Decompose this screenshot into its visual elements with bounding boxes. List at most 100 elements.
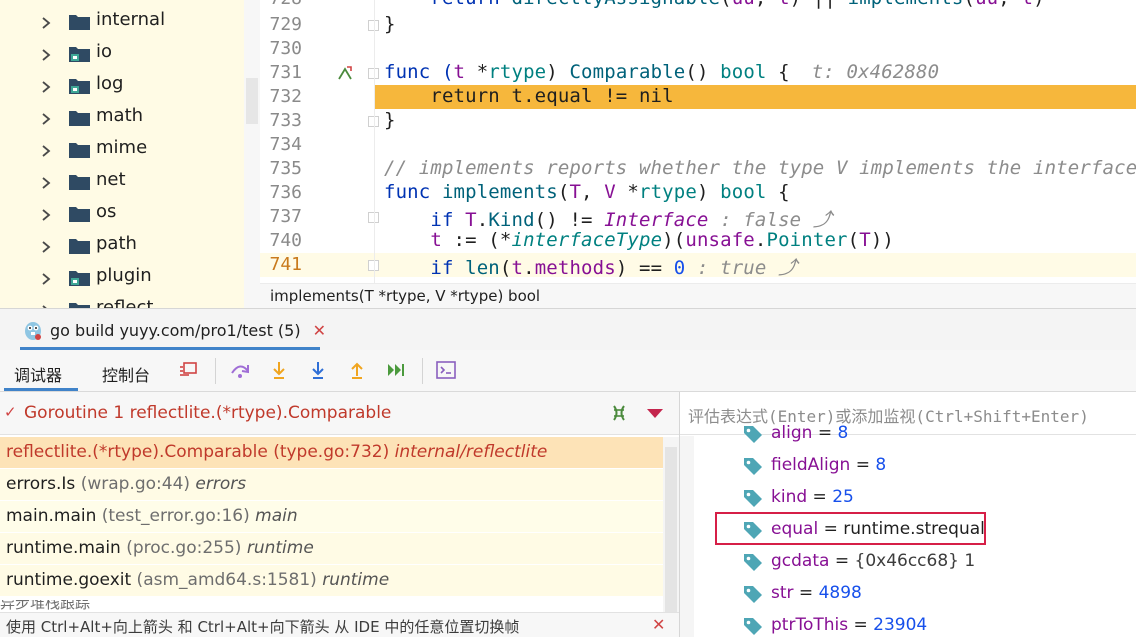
chevron-right-icon[interactable]: [41, 270, 51, 285]
frame-label: errors.Is (wrap.go:44) errors: [6, 474, 247, 494]
close-hint-icon[interactable]: ✕: [652, 615, 665, 634]
code-text: if T.Kind() != Interface : false ⤴: [384, 209, 832, 231]
toolbar-separator: [422, 358, 423, 384]
code-token: directlyAssignable: [511, 0, 720, 9]
code-line: 734: [260, 133, 1136, 157]
code-text: func implements(T, V *rtype) bool {: [384, 181, 790, 203]
folder-icon: [68, 205, 91, 223]
editor-breadcrumb[interactable]: implements(T *rtype, V *rtype) bool: [260, 283, 1136, 308]
variables-scrollbar[interactable]: [680, 436, 694, 637]
line-number: 734: [269, 134, 302, 155]
variable-str[interactable]: str = 4898: [742, 578, 1136, 610]
chevron-right-icon[interactable]: [41, 14, 51, 29]
chevron-right-icon[interactable]: [41, 142, 51, 157]
tree-item-reflect[interactable]: reflect: [0, 292, 244, 308]
chevron-right-icon[interactable]: [41, 78, 51, 93]
code-line-execution-point: 732 return t.equal != nil: [260, 85, 1136, 109]
tree-item-plugin[interactable]: plugin: [0, 260, 244, 292]
code-line: 731 func (t *rtype) Comparable() bool {t…: [260, 61, 1136, 85]
variable-kind[interactable]: kind = 25: [742, 482, 1136, 514]
hint-text: 使用 Ctrl+Alt+向上箭头 和 Ctrl+Alt+向下箭头 从 IDE 中…: [6, 618, 520, 636]
folder-icon: [68, 141, 91, 159]
variable-fieldAlign[interactable]: fieldAlign = 8: [742, 450, 1136, 482]
layout-settings-icon[interactable]: [178, 359, 200, 381]
jump-arrow-icon: ⤴: [766, 257, 798, 279]
step-into-icon[interactable]: [268, 359, 290, 381]
variable-align[interactable]: align = 8: [742, 418, 1136, 450]
field-tag-icon: [742, 424, 764, 444]
debug-tool-window-header: go build yuyy.com/pro1/test (5) ✕: [0, 308, 1136, 350]
tree-item-label: reflect: [96, 297, 154, 308]
code-editor[interactable]: 728 return directlyAssignable(uu, t) || …: [260, 0, 1136, 283]
frame-row[interactable]: reflectlite.(*rtype).Comparable (type.go…: [0, 437, 663, 469]
code-line: 730: [260, 37, 1136, 61]
frame-row[interactable]: main.main (test_error.go:16) main: [0, 501, 663, 533]
chevron-right-icon[interactable]: [41, 238, 51, 253]
tab-debugger[interactable]: 调试器: [14, 362, 62, 386]
frame-row[interactable]: runtime.main (proc.go:255) runtime: [0, 533, 663, 565]
tree-item-label: mime: [96, 137, 148, 158]
run-config-tab[interactable]: go build yuyy.com/pro1/test (5) ✕: [22, 309, 326, 351]
variable-gcdata[interactable]: gcdata = {0x46cc68} 1: [742, 546, 1136, 578]
step-over-icon[interactable]: [229, 359, 251, 381]
jump-arrow-icon: ⤴: [801, 209, 832, 231]
dropdown-arrow-icon[interactable]: [647, 409, 663, 418]
package-folder-icon: [68, 269, 91, 287]
tree-item-net[interactable]: net: [0, 164, 244, 196]
close-tab-icon[interactable]: ✕: [313, 321, 326, 340]
field-tag-icon: [742, 456, 764, 476]
inline-value-hint: : false: [708, 209, 802, 231]
tree-item-log[interactable]: log: [0, 68, 244, 100]
variable-text: align = 8: [771, 423, 849, 443]
tree-item-label: plugin: [96, 265, 152, 286]
line-number: 741: [269, 254, 302, 275]
frame-row[interactable]: errors.Is (wrap.go:44) errors: [0, 469, 663, 501]
variable-text: ptrToThis = 23904: [771, 615, 928, 635]
line-number: 740: [269, 230, 302, 251]
run-to-cursor-icon[interactable]: [385, 359, 407, 381]
tree-item-os[interactable]: os: [0, 196, 244, 228]
chevron-right-icon[interactable]: [41, 110, 51, 125]
line-number: 729: [269, 14, 302, 35]
code-text: return t.equal != nil: [384, 85, 674, 107]
tree-item-io[interactable]: io: [0, 36, 244, 68]
evaluate-expression-icon[interactable]: [435, 359, 457, 381]
variable-text: fieldAlign = 8: [771, 455, 887, 475]
tree-item-mime[interactable]: mime: [0, 132, 244, 164]
scrollbar-thumb[interactable]: [665, 447, 677, 627]
line-number: 732: [269, 86, 302, 107]
code-token: return: [384, 0, 511, 9]
implements-gutter-icon[interactable]: [336, 64, 354, 82]
toolbar-separator: [215, 358, 216, 384]
code-text: if len(t.methods) == 0 : true ⤴: [384, 257, 798, 279]
frames-panel: ✓ Goroutine 1 reflectlite.(*rtype).Compa…: [0, 392, 679, 637]
tree-item-internal[interactable]: internal: [0, 4, 244, 36]
thread-selector[interactable]: ✓ Goroutine 1 reflectlite.(*rtype).Compa…: [0, 392, 679, 435]
chevron-right-icon[interactable]: [41, 206, 51, 221]
active-tab-indicator: [4, 388, 78, 391]
field-tag-icon: [742, 488, 764, 508]
project-tree-scrollbar[interactable]: [244, 0, 260, 308]
tree-item-math[interactable]: math: [0, 100, 244, 132]
tree-item-label: internal: [96, 9, 166, 30]
code-line: 729 }: [260, 13, 1136, 37]
folder-icon: [68, 237, 91, 255]
line-number: 730: [269, 38, 302, 59]
chevron-right-icon[interactable]: [41, 174, 51, 189]
frame-label: runtime.goexit (asm_amd64.s:1581) runtim…: [6, 570, 390, 590]
variable-ptrToThis[interactable]: ptrToThis = 23904: [742, 610, 1136, 637]
chevron-right-icon[interactable]: [41, 46, 51, 61]
scrollbar-thumb[interactable]: [246, 78, 258, 124]
code-text: }: [384, 109, 396, 131]
frames-scrollbar[interactable]: [663, 437, 679, 637]
line-number: 731: [269, 62, 302, 83]
tree-item-label: io: [96, 41, 113, 62]
force-step-into-icon[interactable]: [307, 359, 329, 381]
thread-label: Goroutine 1 reflectlite.(*rtype).Compara…: [24, 403, 392, 423]
inline-value-hint: t: 0x462880: [811, 61, 940, 83]
frame-row[interactable]: runtime.goexit (asm_amd64.s:1581) runtim…: [0, 565, 663, 597]
filter-icon[interactable]: [608, 402, 630, 424]
tab-console[interactable]: 控制台: [102, 362, 150, 386]
step-out-icon[interactable]: [346, 359, 368, 381]
tree-item-path[interactable]: path: [0, 228, 244, 260]
